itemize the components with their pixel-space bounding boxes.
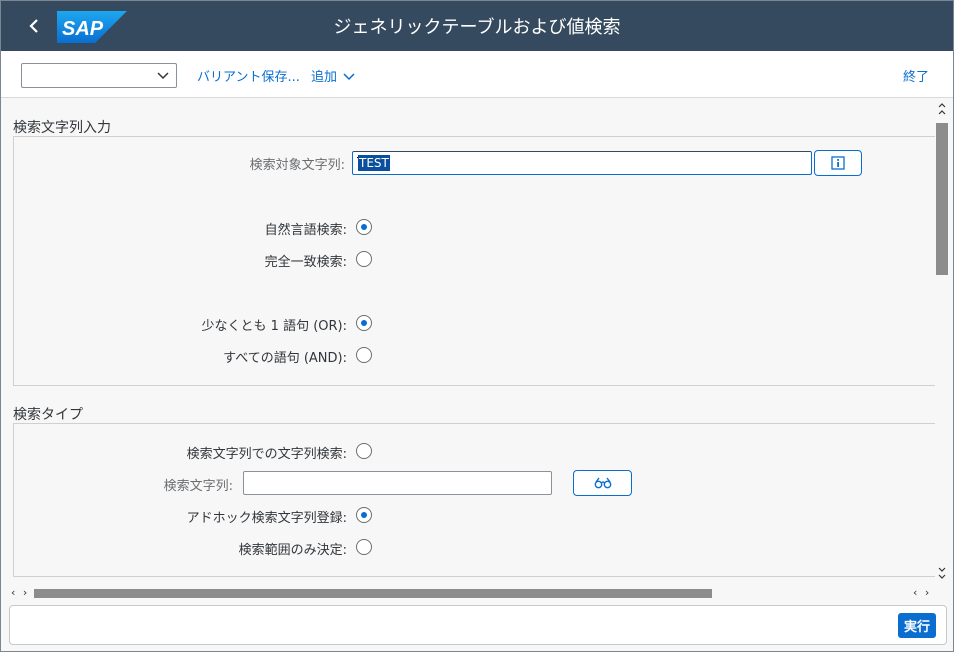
scope-only-label: 検索範囲のみ決定:: [238, 543, 347, 558]
vertical-scroll-thumb[interactable]: [936, 123, 948, 275]
at-least-one-label: 少なくとも 1 語句 (OR):: [201, 319, 347, 334]
footer-bar: 実行: [9, 605, 947, 645]
section-title-search-input: 検索文字列入力: [13, 120, 111, 136]
execute-button[interactable]: 実行: [897, 613, 936, 638]
natural-language-label: 自然言語検索:: [264, 223, 347, 238]
natural-language-radio[interactable]: [356, 219, 372, 235]
vertical-scrollbar[interactable]: [935, 99, 949, 585]
scroll-up-icon[interactable]: [935, 99, 949, 119]
exact-match-label: 完全一致検索:: [264, 255, 347, 270]
save-variant-button[interactable]: バリアント保存...: [197, 66, 300, 85]
at-least-one-radio[interactable]: [356, 315, 372, 331]
adhoc-register-label: アドホック検索文字列登録:: [186, 511, 347, 526]
chevron-down-icon: [157, 72, 169, 80]
add-menu-button[interactable]: 追加: [311, 66, 355, 85]
glasses-icon: [594, 477, 611, 489]
all-words-radio[interactable]: [356, 347, 372, 363]
search-type-group: [13, 423, 935, 577]
section-title-search-type: 検索タイプ: [13, 407, 83, 423]
all-words-label: すべての語句 (AND):: [223, 351, 347, 366]
horizontal-scroll-track[interactable]: [34, 589, 912, 598]
scroll-left-right-icon[interactable]: ‹ ›: [913, 586, 931, 599]
search-string-input[interactable]: [352, 151, 812, 175]
string-search-radio[interactable]: [356, 443, 372, 459]
scope-only-radio[interactable]: [356, 539, 372, 555]
info-button[interactable]: [814, 150, 862, 176]
main-content: 検索文字列入力 検索対象文字列: TEST 自然言語検索: 完全一致検索: 少な…: [1, 99, 935, 585]
exact-match-radio[interactable]: [356, 251, 372, 267]
search-type-string-label: 検索文字列:: [163, 479, 233, 494]
scroll-down-icon[interactable]: [935, 563, 949, 583]
toolbar: バリアント保存... 追加 終了: [1, 51, 953, 98]
horizontal-scroll-thumb[interactable]: [34, 589, 712, 598]
search-string-label: 検索対象文字列:: [249, 158, 345, 173]
info-icon: [831, 156, 845, 170]
variant-select[interactable]: [21, 63, 177, 88]
exit-button[interactable]: 終了: [903, 66, 929, 85]
horizontal-scrollbar[interactable]: ‹ › ‹ ›: [1, 585, 953, 601]
shell-bar: SAP ジェネリックテーブルおよび値検索: [1, 1, 953, 51]
scroll-left-right-icon[interactable]: ‹ ›: [11, 586, 29, 599]
chevron-down-icon: [343, 72, 355, 80]
adhoc-register-radio[interactable]: [356, 507, 372, 523]
page-title: ジェネリックテーブルおよび値検索: [333, 17, 621, 38]
search-type-string-input[interactable]: [243, 471, 552, 495]
string-search-label: 検索文字列での文字列検索:: [186, 447, 347, 462]
search-help-button[interactable]: [573, 470, 632, 496]
search-string-selection: TEST: [358, 155, 390, 171]
add-menu-label: 追加: [311, 70, 338, 85]
app-window: SAP ジェネリックテーブルおよび値検索 バリアント保存... 追加 終了 検索…: [0, 0, 954, 652]
